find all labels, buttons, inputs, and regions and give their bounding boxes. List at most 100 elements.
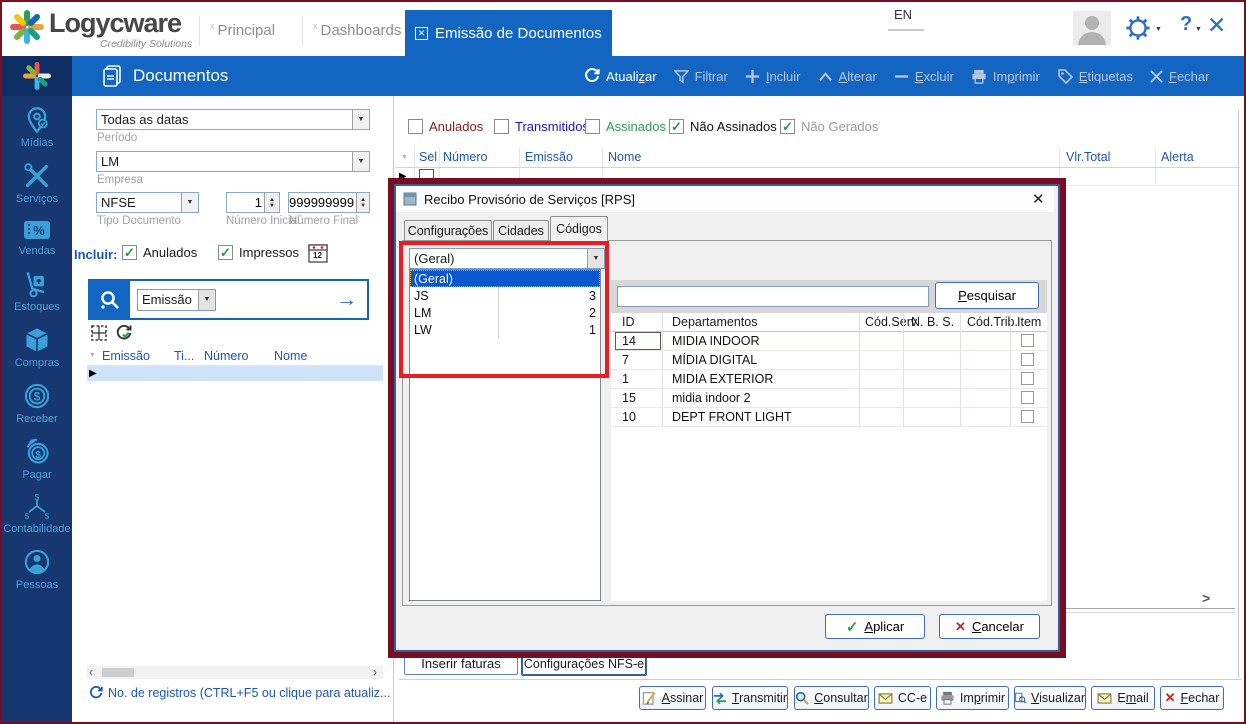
close-tab-icon[interactable]: ✕: [415, 27, 428, 40]
language-selector[interactable]: EN: [894, 7, 912, 22]
tab-codigos[interactable]: Códigos: [550, 216, 608, 241]
help-icon[interactable]: ?: [1180, 13, 1192, 36]
record-count-status[interactable]: No. de registros (CTRL+F5 ou clique para…: [108, 686, 390, 700]
filter-funnel-icon[interactable]: ▼: [401, 154, 408, 161]
dropdown-icon[interactable]: ▼: [181, 193, 198, 212]
dialog-close-icon[interactable]: ✕: [1032, 190, 1045, 208]
transmitidos-filter-checkbox[interactable]: Transmitidos: [494, 119, 589, 134]
window-close-icon[interactable]: ✕: [1207, 12, 1226, 39]
col-header-item[interactable]: Item: [1017, 315, 1041, 329]
sidebar-item-receber[interactable]: $ Receber: [16, 382, 58, 425]
anulados-filter-checkbox[interactable]: Anulados: [408, 119, 483, 134]
nao-assinados-filter-checkbox[interactable]: ✓ Não Assinados: [669, 119, 777, 134]
sidebar-item-vendas[interactable]: % Vendas: [19, 218, 56, 257]
col-header-codserv[interactable]: Cód.Serv: [865, 315, 917, 329]
number-end-field[interactable]: 999999999 ▲▼: [288, 192, 370, 213]
period-select[interactable]: Todas as datas ▼: [96, 109, 370, 130]
scroll-left-icon[interactable]: ‹: [89, 665, 93, 679]
excluir-button[interactable]: Excluir: [894, 69, 954, 84]
item-checkbox[interactable]: [1021, 334, 1034, 347]
transmitir-button[interactable]: Transmitir: [712, 686, 788, 710]
department-search-input[interactable]: [617, 286, 929, 307]
fechar-button[interactable]: ✕ Fechar: [1160, 686, 1224, 710]
tab-emissao-de-documentos[interactable]: ✕ Emissão de Documentos: [405, 10, 612, 56]
refresh-check-icon[interactable]: [115, 324, 133, 342]
col-header-sel[interactable]: Sel: [419, 150, 437, 164]
col-header-vlrtotal[interactable]: Vlr.Total: [1066, 150, 1110, 164]
cancelar-button[interactable]: ✕ Cancelar: [939, 614, 1040, 639]
company-select[interactable]: LM ▼: [96, 151, 370, 172]
spinner-icon[interactable]: ▲▼: [356, 193, 369, 212]
email-button[interactable]: Email: [1091, 686, 1155, 710]
visualizar-button[interactable]: Visualizar: [1014, 686, 1086, 710]
assinados-filter-checkbox[interactable]: Assinados: [585, 119, 666, 134]
tab-cidades[interactable]: Cidades: [493, 220, 549, 241]
sidebar-item-compras[interactable]: Compras: [15, 326, 60, 369]
cce-button[interactable]: CC-e: [874, 686, 931, 710]
tab-configuracoes[interactable]: Configurações: [404, 220, 492, 241]
col-header-nbs[interactable]: N. B. S.: [911, 315, 954, 329]
impressos-checkbox[interactable]: ✓ Impressos: [218, 245, 299, 260]
item-checkbox[interactable]: [1021, 410, 1034, 423]
imprimir-button[interactable]: Imprimir: [936, 686, 1009, 710]
tab-principal[interactable]: xPrincipal: [210, 21, 275, 39]
grid-icon[interactable]: [90, 324, 108, 342]
assinar-button[interactable]: Assinar: [639, 686, 706, 710]
dropdown-icon[interactable]: ▼: [352, 152, 369, 171]
etiquetas-button[interactable]: Etiquetas: [1057, 68, 1133, 84]
expand-right-icon[interactable]: >: [1202, 590, 1210, 606]
sidebar-item-servicos[interactable]: Serviços: [16, 162, 58, 205]
item-checkbox[interactable]: [1021, 372, 1034, 385]
nao-gerados-filter-checkbox[interactable]: ✓ Não Gerados: [780, 119, 878, 134]
table-row[interactable]: 10 DEPT FRONT LIGHT: [611, 408, 1047, 427]
list-header-nome[interactable]: Nome: [274, 349, 307, 363]
col-header-departamentos[interactable]: Departamentos: [672, 315, 757, 329]
number-start-field[interactable]: 1 ▲▼: [226, 192, 280, 213]
alterar-button[interactable]: Alterar: [818, 69, 877, 84]
filtrar-button[interactable]: Filtrar: [674, 69, 728, 84]
imprimir-button[interactable]: Imprimir: [971, 69, 1040, 84]
table-row[interactable]: 1 MIDIA EXTERIOR: [611, 370, 1047, 389]
item-checkbox[interactable]: [1021, 391, 1034, 404]
sidebar-item-midias[interactable]: Mídias: [21, 106, 53, 149]
sidebar-item-pagar[interactable]: $ Pagar: [22, 438, 51, 481]
h-scrollbar[interactable]: ‹ ›: [87, 666, 383, 679]
fechar-button[interactable]: Fechar: [1150, 69, 1209, 84]
anulados-include-checkbox[interactable]: ✓ Anulados: [122, 245, 197, 260]
sidebar-item-estoques[interactable]: Estoques: [14, 270, 60, 313]
dropdown-icon[interactable]: ▼: [352, 110, 369, 129]
consultar-button[interactable]: Consultar: [794, 686, 869, 710]
doc-type-select[interactable]: NFSE ▼: [96, 192, 199, 213]
table-row[interactable]: 7 MÍDIA DIGITAL: [611, 351, 1047, 370]
aplicar-button[interactable]: ✓ Aplicar: [825, 614, 925, 639]
dropdown-icon[interactable]: ▼: [198, 290, 215, 310]
filter-funnel-icon[interactable]: ▼: [89, 352, 96, 359]
col-header-emissao[interactable]: Emissão: [525, 150, 573, 164]
col-header-numero[interactable]: Número: [443, 150, 487, 164]
col-header-vlrtotal-nome[interactable]: Nome: [608, 150, 641, 164]
table-row[interactable]: 15 midia indoor 2: [611, 389, 1047, 408]
search-icon[interactable]: [90, 281, 130, 318]
search-field-select[interactable]: Emissão ▼: [137, 289, 216, 311]
calendar-icon[interactable]: 12: [308, 243, 328, 263]
gear-icon[interactable]: [1124, 14, 1152, 42]
incluir-button[interactable]: Incluir: [745, 69, 801, 84]
selected-row[interactable]: [87, 366, 383, 381]
scroll-right-icon[interactable]: ›: [373, 665, 377, 679]
list-header-emissao[interactable]: Emissão: [102, 349, 150, 363]
avatar[interactable]: [1073, 11, 1111, 45]
pesquisar-button[interactable]: Pesquisar: [935, 282, 1039, 309]
sidebar-item-pessoas[interactable]: Pessoas: [16, 548, 58, 591]
item-checkbox[interactable]: [1021, 353, 1034, 366]
help-caret-icon[interactable]: ▼: [1195, 26, 1202, 33]
spinner-icon[interactable]: ▲▼: [264, 193, 279, 212]
list-header-numero[interactable]: Número: [204, 349, 248, 363]
atualizar-button[interactable]: Atualizar: [584, 68, 657, 84]
refresh-icon[interactable]: [89, 686, 103, 700]
col-header-id[interactable]: ID: [622, 315, 635, 329]
scroll-thumb[interactable]: [102, 668, 134, 677]
sidebar-item-contabilidade[interactable]: $$$ Contabilidade: [3, 494, 70, 535]
gear-caret-icon[interactable]: ▼: [1155, 26, 1162, 33]
search-go-icon[interactable]: →: [336, 288, 357, 312]
tab-dashboards[interactable]: xDashboards: [313, 21, 401, 39]
